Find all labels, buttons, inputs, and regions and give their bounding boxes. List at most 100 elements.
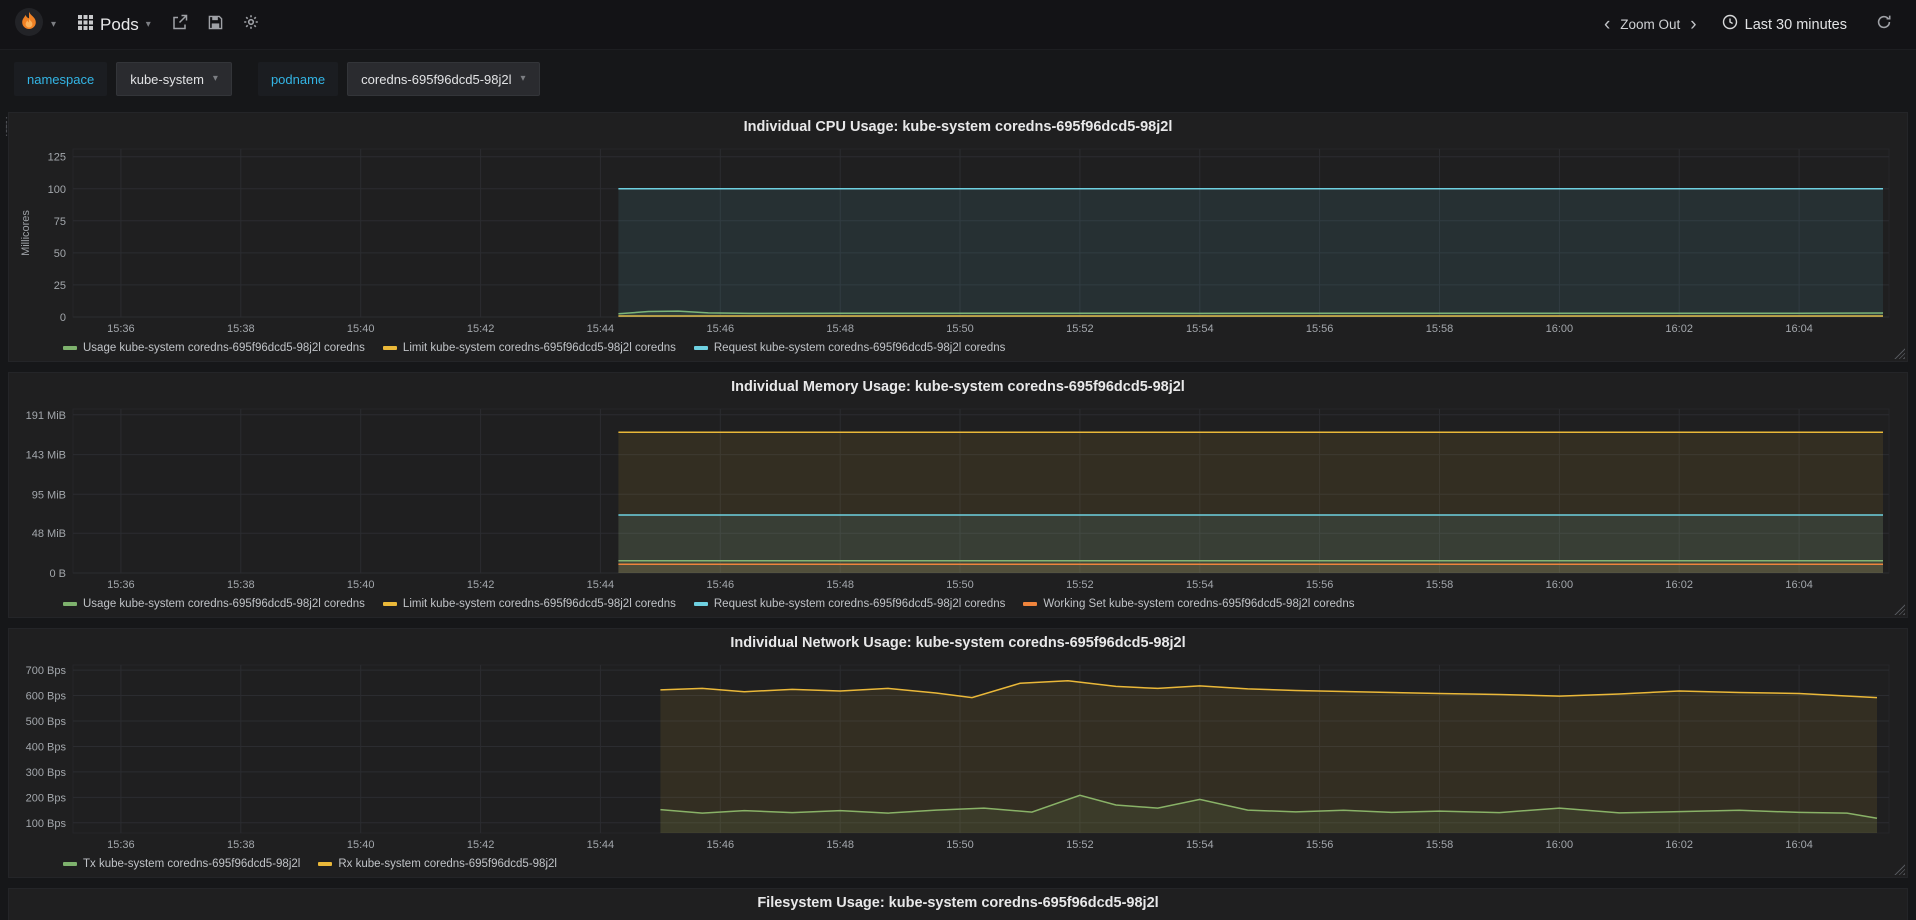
legend-color-dash (318, 861, 333, 866)
legend-item[interactable]: Rx kube-system coredns-695f96dcd5-98j2l (318, 858, 557, 870)
refresh-icon (1876, 14, 1892, 35)
legend-item[interactable]: Request kube-system coredns-695f96dcd5-9… (693, 342, 1005, 354)
svg-text:16:02: 16:02 (1665, 579, 1693, 591)
svg-text:16:00: 16:00 (1546, 323, 1574, 335)
svg-text:16:02: 16:02 (1665, 323, 1693, 335)
svg-text:15:36: 15:36 (107, 579, 135, 591)
navbar-left: ▾ Pods ▾ (14, 0, 269, 50)
panel-cpu-usage: Individual CPU Usage: kube-system coredn… (8, 112, 1908, 362)
panel-rows: ⋮⋮⋮⋮⋮⋮ Individual CPU Usage: kube-system… (1, 112, 1908, 920)
navbar-right: ‹ Zoom Out › Last 30 minutes (1600, 0, 1902, 50)
svg-text:15:58: 15:58 (1426, 839, 1454, 851)
svg-text:191 MiB: 191 MiB (26, 410, 66, 422)
variable-namespace-value: kube-system (130, 71, 204, 87)
legend-item[interactable]: Usage kube-system coredns-695f96dcd5-98j… (63, 598, 365, 610)
gear-icon (243, 14, 259, 35)
legend-color-dash (382, 345, 397, 350)
chart-plot-memory[interactable]: 15:36 15:38 15:40 15:42 15:44 15:46 15:48 15:50… (17, 401, 1899, 593)
svg-text:600 Bps: 600 Bps (26, 691, 67, 703)
grafana-logo-icon (14, 7, 44, 42)
caret-down-icon: ▾ (212, 73, 218, 84)
panel-title[interactable]: Filesystem Usage: kube-system coredns-69… (17, 889, 1899, 917)
time-shift-back-button[interactable]: ‹ (1600, 14, 1614, 36)
refresh-button[interactable] (1866, 0, 1902, 50)
time-shift-forward-button[interactable]: › (1686, 14, 1700, 36)
panel-title[interactable]: Individual Network Usage: kube-system co… (17, 629, 1899, 657)
legend-item[interactable]: Tx kube-system coredns-695f96dcd5-98j2l (63, 858, 300, 870)
svg-text:15:50: 15:50 (946, 579, 974, 591)
panel-filesystem-usage: Filesystem Usage: kube-system coredns-69… (8, 888, 1908, 920)
svg-text:15:40: 15:40 (347, 579, 375, 591)
variable-podname-value: coredns-695f96dcd5-98j2l (361, 71, 512, 87)
save-dashboard-button[interactable] (198, 0, 233, 50)
variable-namespace-dropdown[interactable]: kube-system ▾ (116, 62, 232, 96)
svg-text:15:54: 15:54 (1186, 579, 1214, 591)
svg-text:16:04: 16:04 (1785, 323, 1813, 335)
grafana-logo-button[interactable]: ▾ (14, 0, 67, 50)
legend-item[interactable]: Limit kube-system coredns-695f96dcd5-98j… (382, 342, 676, 354)
svg-text:15:46: 15:46 (707, 579, 735, 591)
svg-text:16:04: 16:04 (1785, 839, 1813, 851)
variable-namespace-label: namespace (14, 62, 108, 96)
svg-text:16:00: 16:00 (1546, 579, 1574, 591)
chart-svg: 15:36 15:38 15:40 15:42 15:44 15:46 15:48 15:50… (26, 664, 1890, 851)
navbar: ▾ Pods ▾ ‹ Zoom Out › Last 30 minutes (0, 0, 1916, 50)
legend-color-dash (63, 345, 77, 350)
panel-memory-usage: Individual Memory Usage: kube-system cor… (8, 372, 1908, 618)
legend-item[interactable]: Usage kube-system coredns-695f96dcd5-98j… (63, 342, 365, 354)
chart-plot-network[interactable]: 15:36 15:38 15:40 15:42 15:44 15:46 15:48 15:50… (17, 657, 1899, 853)
dashboard-settings-button[interactable] (233, 0, 269, 50)
svg-text:15:36: 15:36 (107, 323, 135, 335)
caret-down-icon: ▾ (145, 18, 151, 30)
dashboard-picker[interactable]: Pods ▾ (67, 0, 162, 50)
chart-plot-cpu[interactable]: 15:36 15:38 15:40 15:42 15:44 15:46 15:48 15:50… (17, 141, 1899, 337)
svg-text:15:48: 15:48 (826, 839, 854, 851)
svg-text:15:50: 15:50 (946, 323, 974, 335)
svg-text:15:48: 15:48 (826, 323, 854, 335)
legend-color-dash (693, 601, 708, 606)
chart-legend: Usage kube-system coredns-695f96dcd5-98j… (17, 337, 1899, 357)
svg-text:200 Bps: 200 Bps (26, 792, 67, 804)
svg-text:15:54: 15:54 (1186, 839, 1214, 851)
svg-text:100 Bps: 100 Bps (26, 818, 67, 830)
svg-text:15:44: 15:44 (587, 839, 615, 851)
template-variables-row: namespace kube-system ▾ podname coredns-… (14, 62, 1916, 96)
legend-item[interactable]: Request kube-system coredns-695f96dcd5-9… (693, 598, 1005, 610)
panel-network-usage: Individual Network Usage: kube-system co… (8, 628, 1908, 878)
svg-text:15:46: 15:46 (707, 323, 735, 335)
svg-text:15:36: 15:36 (107, 839, 135, 851)
svg-text:100: 100 (48, 184, 66, 196)
svg-text:15:52: 15:52 (1066, 839, 1094, 851)
row-drag-handle[interactable]: ⋮⋮⋮⋮⋮⋮ (1, 117, 22, 138)
svg-text:400 Bps: 400 Bps (26, 742, 67, 754)
legend-item[interactable]: Limit kube-system coredns-695f96dcd5-98j… (382, 598, 676, 610)
panel-title[interactable]: Individual Memory Usage: kube-system cor… (17, 373, 1899, 401)
svg-text:15:38: 15:38 (227, 839, 255, 851)
variable-podname: podname coredns-695f96dcd5-98j2l ▾ (257, 62, 540, 96)
clock-icon (1722, 14, 1738, 35)
dashboard: ▾ Pods ▾ ‹ Zoom Out › Last 30 minutes na… (0, 0, 1916, 920)
time-range-picker[interactable]: Last 30 minutes (1711, 0, 1858, 50)
caret-down-icon: ▾ (51, 18, 57, 30)
share-dashboard-button[interactable] (162, 0, 198, 50)
svg-text:15:52: 15:52 (1066, 323, 1094, 335)
svg-text:15:48: 15:48 (826, 579, 854, 591)
legend-item[interactable]: Working Set kube-system coredns-695f96dc… (1023, 598, 1354, 610)
svg-text:0: 0 (60, 312, 66, 324)
variable-namespace: namespace kube-system ▾ (14, 62, 232, 96)
chart-legend: Tx kube-system coredns-695f96dcd5-98j2l R… (17, 853, 1899, 873)
dashboard-grid-icon (78, 14, 94, 35)
zoom-out-button[interactable]: Zoom Out (1620, 17, 1680, 32)
svg-text:50: 50 (54, 248, 66, 260)
svg-text:15:42: 15:42 (467, 323, 495, 335)
svg-text:25: 25 (54, 280, 66, 292)
svg-text:15:46: 15:46 (707, 839, 735, 851)
svg-text:15:50: 15:50 (946, 839, 974, 851)
svg-text:15:38: 15:38 (227, 323, 255, 335)
variable-podname-dropdown[interactable]: coredns-695f96dcd5-98j2l ▾ (347, 62, 540, 96)
svg-text:15:56: 15:56 (1306, 323, 1334, 335)
svg-text:15:38: 15:38 (227, 579, 255, 591)
panel-title[interactable]: Individual CPU Usage: kube-system coredn… (17, 113, 1899, 141)
svg-text:48 MiB: 48 MiB (32, 528, 66, 540)
caret-down-icon: ▾ (520, 73, 526, 84)
